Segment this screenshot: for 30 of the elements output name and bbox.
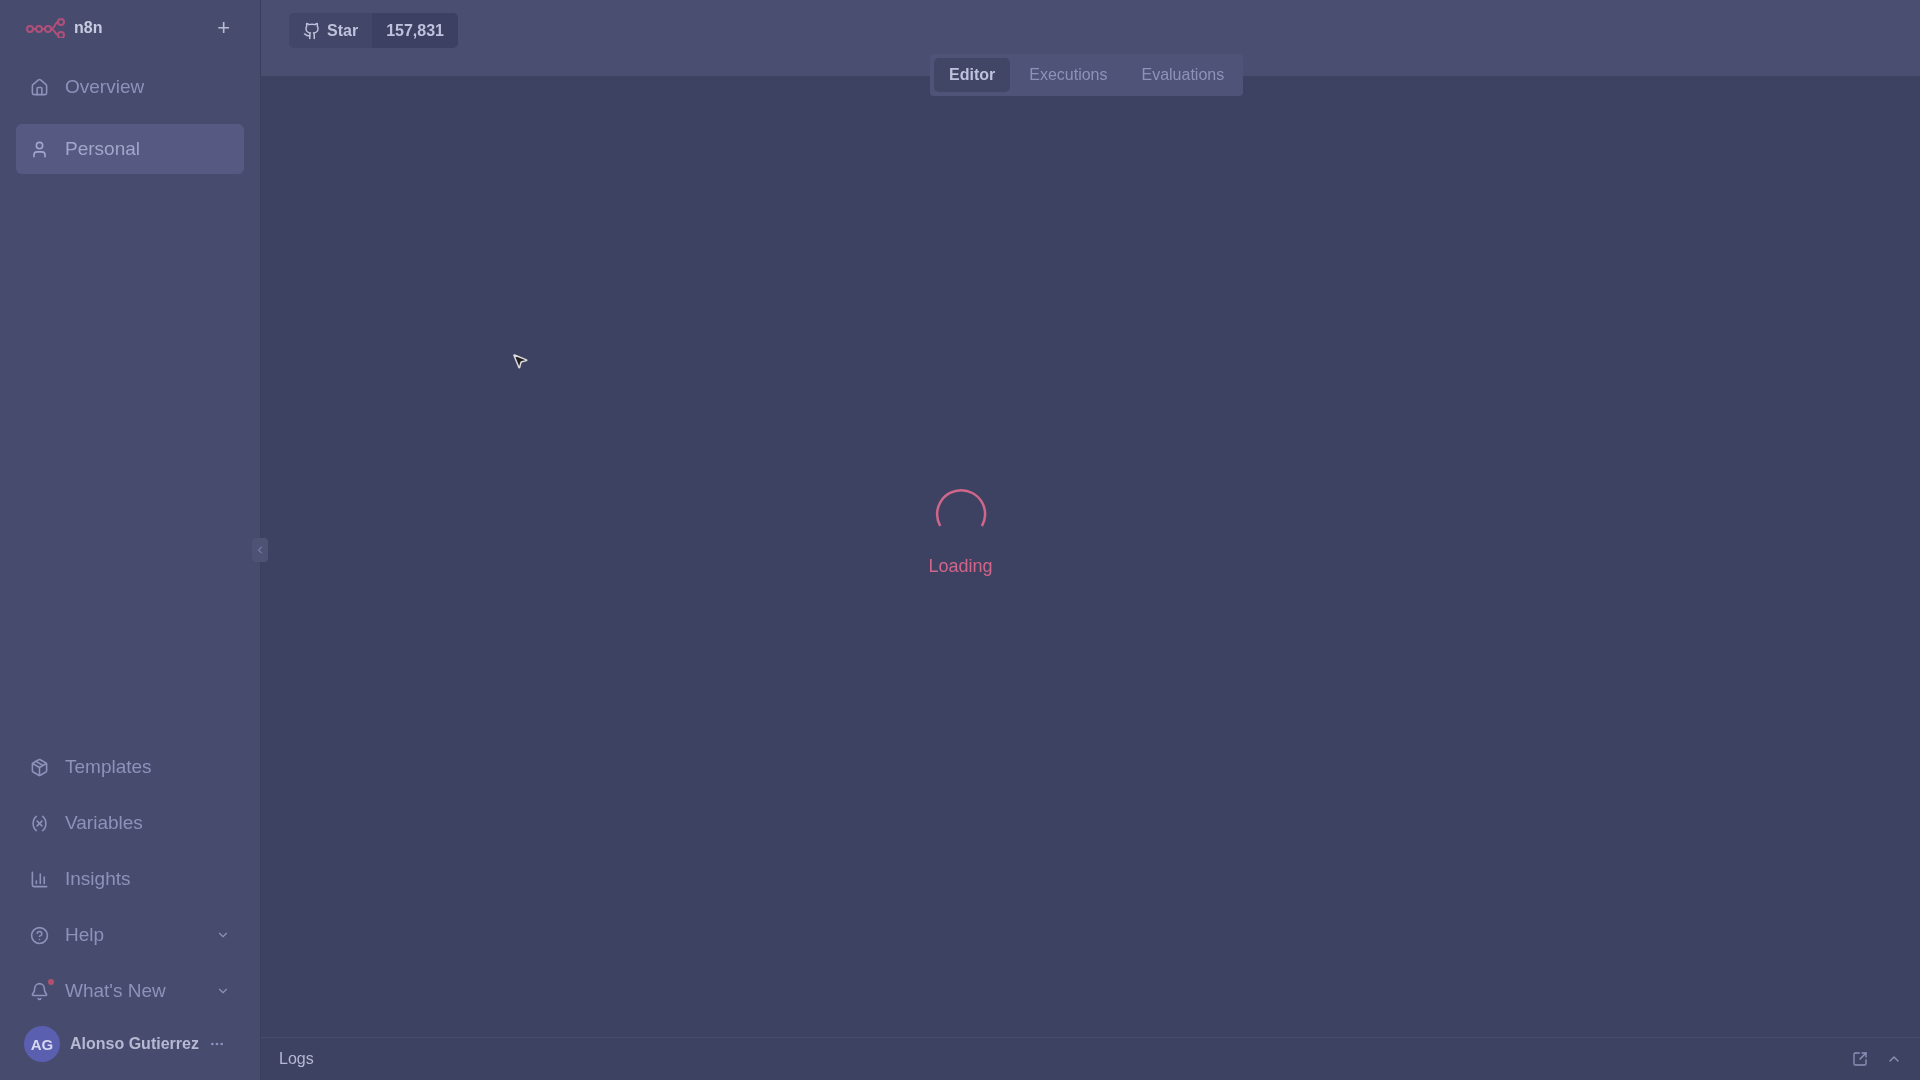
nav-item[interactable]: Personal	[16, 124, 244, 174]
user-icon	[30, 139, 49, 159]
star-count[interactable]: 157,831	[372, 13, 458, 48]
pop-out-icon[interactable]	[1852, 1051, 1868, 1067]
bar-chart-icon	[30, 869, 49, 889]
add-button[interactable]: +	[213, 15, 234, 41]
github-icon	[303, 21, 321, 40]
nav-item[interactable]: Insights	[16, 854, 244, 904]
brand-name: n8n	[74, 19, 104, 37]
github-star-button[interactable]: Star	[289, 13, 373, 48]
tab[interactable]: Executions	[1014, 58, 1123, 92]
bell-icon	[30, 981, 49, 1001]
loading-text: Loading	[928, 556, 993, 577]
user-name: Alonso Gutierrez	[70, 1035, 199, 1053]
variable-icon	[30, 813, 49, 833]
box-icon	[30, 757, 49, 777]
help-icon	[30, 925, 49, 945]
tab[interactable]: Editor	[934, 58, 1011, 92]
nav-item[interactable]: What's New	[16, 966, 244, 1016]
cursor-icon	[511, 352, 529, 370]
nav-item[interactable]: Overview	[16, 62, 244, 112]
nav-item[interactable]: Help	[16, 910, 244, 960]
collapse-button[interactable]	[252, 538, 268, 562]
user-avatar: AG	[24, 1026, 60, 1062]
logo-icon	[26, 18, 66, 38]
home-icon	[30, 77, 49, 97]
tab[interactable]: Evaluations	[1126, 58, 1240, 92]
nav-item[interactable]: Variables	[16, 798, 244, 848]
nav-item[interactable]: Templates	[16, 742, 244, 792]
logs-title: Logs	[279, 1050, 315, 1068]
